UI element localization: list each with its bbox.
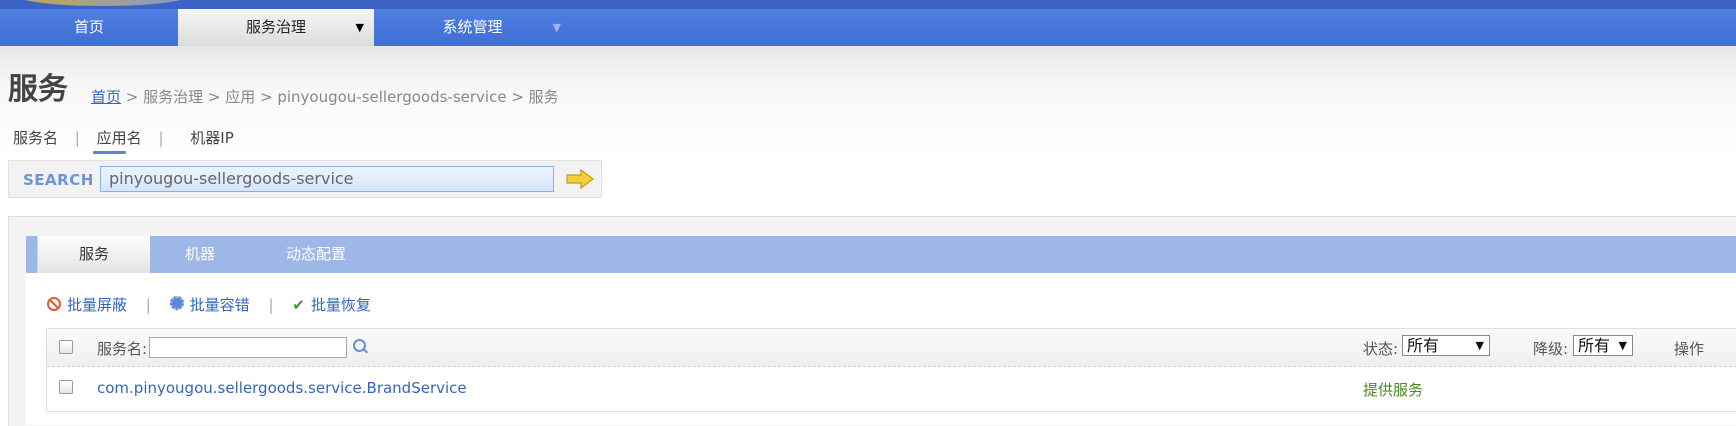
service-name-filter-label: 服务名: — [97, 340, 148, 358]
degrade-select[interactable]: 所有 ▼ — [1573, 335, 1633, 356]
batch-fault-tolerance-button[interactable]: 批量容错 — [169, 296, 250, 314]
chevron-down-icon: ▼ — [1618, 339, 1627, 352]
filter-application-name[interactable]: 应用名 — [97, 129, 142, 147]
service-name-filter-input[interactable] — [149, 337, 347, 358]
breadcrumb-home-link[interactable]: 首页 — [91, 88, 121, 106]
batch-restore-label: 批量恢复 — [310, 296, 371, 314]
status-filter-label: 状态: — [1363, 340, 1399, 358]
action-separator: | — [145, 296, 151, 314]
logo-graphic — [18, 0, 188, 6]
service-name-link[interactable]: com.pinyougou.sellergoods.service.BrandS… — [97, 379, 467, 397]
degrade-select-value: 所有 — [1578, 336, 1611, 355]
nav-item-system-management[interactable]: 系统管理 ▼ — [374, 9, 571, 46]
ban-icon — [47, 297, 61, 311]
gear-icon — [169, 296, 184, 310]
chevron-down-icon: ▼ — [1475, 339, 1484, 352]
filter-service-name[interactable]: 服务名 — [13, 129, 58, 147]
search-input[interactable]: pinyougou-sellergoods-service — [100, 166, 554, 192]
service-table: 服务名: 状态: 所有 ▼ 降级: 所有 ▼ 操作 com.pinyougou.… — [46, 328, 1736, 412]
degrade-filter-label: 降级: — [1533, 340, 1569, 358]
dropdown-arrow-icon: ▼ — [552, 21, 561, 34]
tab-machines[interactable]: 机器 — [149, 236, 251, 273]
active-filter-indicator — [93, 151, 126, 154]
nav-item-service-governance[interactable]: 服务治理 ▼ — [178, 9, 374, 46]
tab-bar: 服务 机器 动态配置 — [26, 236, 1736, 273]
search-label: SEARCH — [23, 171, 94, 189]
nav-item-label: 服务治理 — [245, 18, 306, 36]
page-title: 服务 — [8, 72, 68, 107]
batch-actions: 批量屏蔽 | 批量容错 | ✔ 批量恢复 — [47, 294, 371, 315]
top-navigation-bar: 首页 服务治理 ▼ 系统管理 ▼ — [0, 0, 1736, 48]
check-icon: ✔ — [292, 296, 305, 314]
nav-item-home[interactable]: 首页 — [0, 9, 178, 46]
filter-separator: | — [74, 129, 80, 147]
filter-machine-ip[interactable]: 机器IP — [190, 129, 233, 147]
search-type-filters: 服务名 | 应用名 | 机器IP — [13, 127, 246, 148]
dropdown-arrow-icon: ▼ — [355, 21, 364, 34]
search-icon[interactable] — [353, 339, 366, 352]
filter-separator: | — [158, 129, 164, 147]
nav-item-label: 系统管理 — [442, 18, 503, 36]
arrow-right-icon[interactable] — [565, 169, 595, 189]
search-box: SEARCH pinyougou-sellergoods-service — [8, 160, 602, 198]
tab-services[interactable]: 服务 — [37, 236, 150, 273]
action-separator: | — [268, 296, 274, 314]
select-all-checkbox[interactable] — [59, 340, 73, 354]
main-nav: 首页 服务治理 ▼ 系统管理 ▼ — [0, 9, 571, 46]
row-checkbox[interactable] — [59, 380, 73, 394]
service-status: 提供服务 — [1363, 381, 1424, 399]
table-header: 服务名: 状态: 所有 ▼ 降级: 所有 ▼ 操作 — [47, 329, 1736, 367]
batch-block-button[interactable]: 批量屏蔽 — [47, 296, 127, 314]
status-select[interactable]: 所有 ▼ — [1402, 335, 1490, 356]
batch-block-label: 批量屏蔽 — [67, 296, 128, 314]
breadcrumb-path: > 服务治理 > 应用 > pinyougou-sellergoods-serv… — [121, 88, 559, 106]
batch-restore-button[interactable]: ✔ 批量恢复 — [292, 296, 371, 314]
operation-header: 操作 — [1674, 340, 1705, 358]
breadcrumb: 首页 > 服务治理 > 应用 > pinyougou-sellergoods-s… — [91, 86, 559, 107]
tab-dynamic-config[interactable]: 动态配置 — [251, 236, 381, 273]
nav-item-label: 首页 — [73, 18, 104, 36]
status-select-value: 所有 — [1407, 336, 1440, 355]
batch-fault-tolerance-label: 批量容错 — [189, 296, 250, 314]
